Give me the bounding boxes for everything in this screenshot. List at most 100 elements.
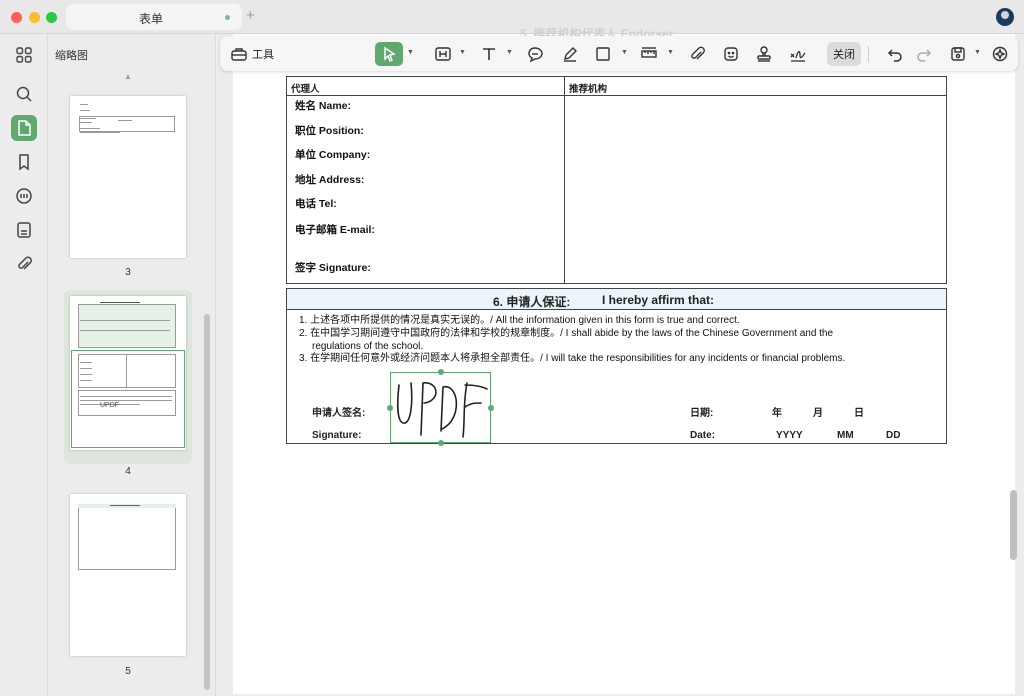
resize-handle-right[interactable] (488, 405, 494, 411)
thumbnail-number: 5 (125, 666, 131, 677)
annotation-toolbar: 工具 ▼ ▼ ▼ ▼ ▼ 关闭 ▼ (220, 36, 1018, 71)
institution-column-header: 推荐机构 (569, 84, 608, 95)
title-bar: 表单 + (0, 0, 1024, 34)
chevron-down-icon[interactable]: ▼ (667, 49, 674, 56)
affirmation-title-en: I hereby affirm that: (602, 293, 715, 307)
attachment-icon[interactable] (11, 251, 37, 277)
page-icon[interactable] (11, 115, 37, 141)
chevron-down-icon[interactable]: ▼ (459, 49, 466, 56)
thumbnails-title: 缩略图 (55, 50, 88, 62)
text-icon (483, 48, 495, 60)
pencil-icon (564, 47, 577, 62)
signature-icon (790, 50, 806, 62)
document-scrollbar[interactable] (1010, 490, 1017, 560)
resize-handle-bottom[interactable] (438, 440, 444, 446)
comment-icon[interactable] (11, 183, 37, 209)
date-label-cn: 日期: (690, 408, 714, 419)
applicant-signature-label-en: Signature: (312, 430, 362, 441)
text-tool[interactable] (478, 42, 500, 66)
affirmation-item-2: 2. 在中国学习期间遵守中国政府的法律和学校的规章制度。/ I shall ab… (299, 328, 834, 339)
thumbnails-grid-icon[interactable] (11, 42, 37, 68)
name-field[interactable]: 姓名 Name: (295, 98, 351, 113)
thumbnail-number: 4 (125, 466, 131, 477)
date-label-en: Date: (690, 430, 716, 441)
window-minimize-button[interactable] (29, 12, 40, 23)
save-icon (951, 47, 965, 61)
close-toolbar-button[interactable]: 关闭 (827, 42, 861, 66)
window-close-button[interactable] (11, 12, 22, 23)
position-field[interactable]: 职位 Position: (295, 123, 364, 138)
year-label-cn: 年 (772, 408, 782, 419)
endorser-table: 代理人 推荐机构 (286, 76, 947, 284)
month-label-en: MM (837, 430, 854, 441)
email-field[interactable]: 电子邮箱 E-mail: (295, 222, 375, 237)
square-icon (596, 47, 610, 61)
resize-handle-left[interactable] (387, 405, 393, 411)
signature-tool[interactable] (785, 42, 811, 66)
bookmark-icon[interactable] (11, 149, 37, 175)
handwritten-signature (397, 382, 488, 438)
stamp-icon (757, 46, 771, 62)
affirmation-item-3: 3. 在学期间任何意外或经济问题本人将承担全部责任。/ I will take … (299, 353, 846, 364)
search-icon[interactable] (11, 81, 37, 107)
save-button[interactable] (947, 42, 969, 66)
measure-tool[interactable] (638, 42, 660, 66)
sticker-tool[interactable] (720, 42, 742, 66)
tel-field[interactable]: 电话 Tel: (295, 196, 337, 211)
day-label-cn: 日 (854, 408, 864, 419)
ai-assistant-button[interactable] (988, 42, 1012, 66)
left-rail (0, 34, 48, 696)
thumbnail-number: 3 (125, 267, 131, 278)
cursor-icon (384, 46, 396, 63)
redo-icon (917, 49, 932, 62)
stamp-tool[interactable] (753, 42, 775, 66)
signature-annotation[interactable] (387, 369, 494, 446)
affirmation-title-cn: 6. 申请人保证: (493, 295, 571, 309)
document-tab[interactable]: 表单 (66, 4, 242, 30)
unsaved-dot-icon (225, 15, 230, 20)
highlight-tool[interactable] (559, 42, 581, 66)
address-field[interactable]: 地址 Address: (295, 172, 364, 187)
redo-button[interactable] (913, 42, 935, 66)
thumbnails-scrollbar[interactable] (204, 314, 210, 690)
scroll-up-icon[interactable]: ▲ (124, 72, 132, 81)
month-label-cn: 月 (813, 408, 823, 419)
agent-column-header: 代理人 (291, 84, 320, 95)
affirmation-table: 6. 申请人保证: I hereby affirm that: (286, 288, 947, 444)
tools-button[interactable]: 工具 (228, 42, 276, 66)
undo-button[interactable] (884, 42, 906, 66)
speech-bubble-icon (528, 47, 543, 63)
resize-handle-top[interactable] (438, 369, 444, 375)
thumbnail-page-5[interactable] (70, 494, 186, 656)
new-tab-button[interactable]: + (246, 7, 255, 24)
affirmation-item-1: 1. 上述各项中所提供的情况是真实无误的。/ All the informati… (299, 315, 740, 326)
text-box-tool[interactable] (432, 42, 454, 66)
undo-icon (887, 49, 902, 62)
tab-title: 表单 (138, 12, 163, 26)
thumbnails-panel: 缩略图 ▲ 3 UPDF 4 5 (48, 34, 216, 696)
avatar[interactable] (996, 8, 1014, 26)
thumbnail-page-3[interactable] (70, 96, 186, 258)
window-maximize-button[interactable] (46, 12, 57, 23)
chevron-down-icon[interactable]: ▼ (974, 49, 981, 56)
paperclip-icon (691, 46, 705, 60)
attach-tool[interactable] (686, 42, 708, 66)
ruler-icon (641, 47, 657, 58)
ai-icon (992, 46, 1008, 62)
toolbox-icon (231, 48, 247, 61)
select-tool[interactable] (375, 42, 403, 66)
endorser-signature-field[interactable]: 签字 Signature: (295, 260, 371, 275)
year-label-en: YYYY (776, 430, 803, 441)
chevron-down-icon[interactable]: ▼ (506, 49, 513, 56)
header-box-icon (435, 47, 451, 61)
form-icon[interactable] (11, 217, 37, 243)
thumb-signature: UPDF (100, 402, 120, 409)
tools-label: 工具 (252, 49, 274, 61)
chevron-down-icon[interactable]: ▼ (621, 49, 628, 56)
shape-tool[interactable] (592, 42, 614, 66)
thumbnail-page-4[interactable]: UPDF (70, 296, 186, 450)
sticker-icon (724, 47, 738, 61)
company-field[interactable]: 单位 Company: (295, 147, 370, 162)
chevron-down-icon[interactable]: ▼ (407, 49, 414, 56)
comment-tool[interactable] (524, 42, 546, 66)
